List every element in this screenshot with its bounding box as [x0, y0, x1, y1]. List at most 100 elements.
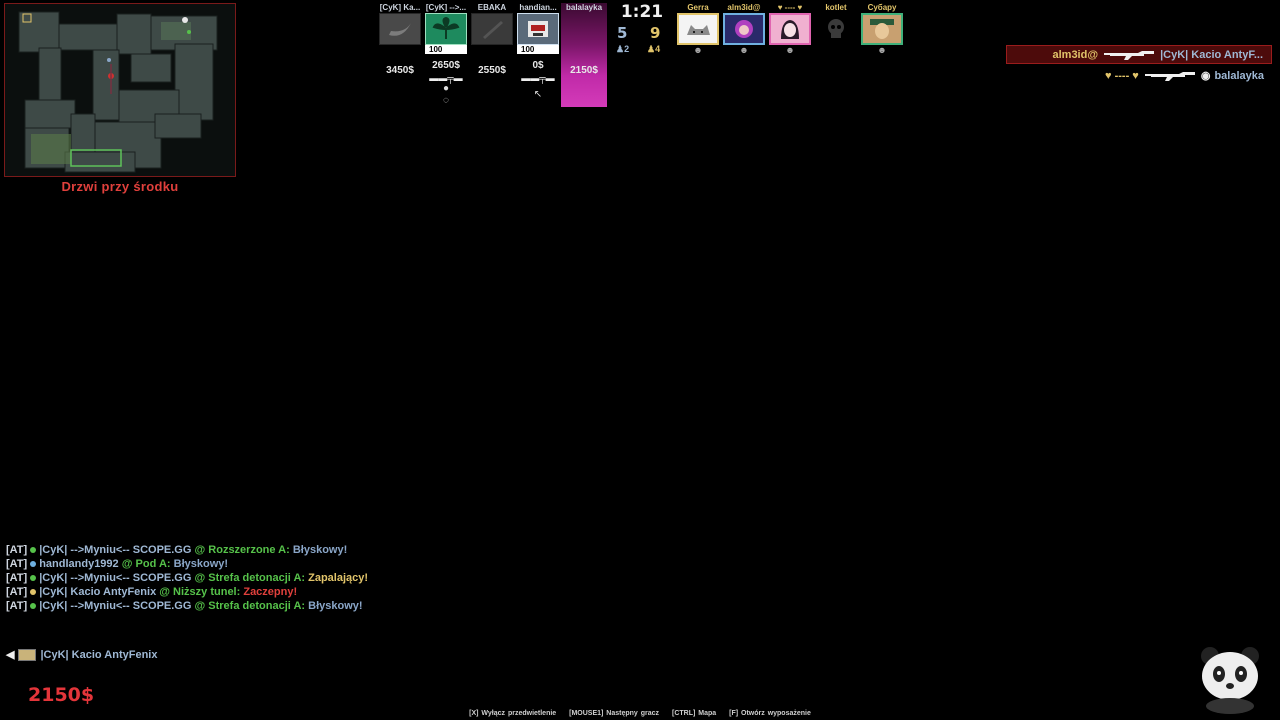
- rifle-icon: ▬▬╤▬: [521, 73, 555, 83]
- team-tag: [AT]: [6, 558, 28, 570]
- kill-attacker: alm3id@: [1052, 48, 1099, 61]
- kill-victim: |CyK| Kacio AntyF...: [1160, 48, 1263, 61]
- defuse-kit-icon: ◌: [443, 95, 449, 106]
- player-name: EBAKA: [477, 3, 507, 12]
- chat-log: [AT] |CyK| -->Myniu<-- SCOPE.GG @ Rozszer…: [6, 544, 436, 614]
- rifle-icon: ▬▬╤▬: [429, 73, 463, 83]
- voice-avatar: [18, 648, 37, 661]
- t-player[interactable]: ♥ ---- ♥ ☻: [768, 3, 812, 55]
- anime-avatar-icon: [769, 13, 811, 45]
- t-player[interactable]: Субару ☻: [860, 3, 904, 55]
- player-color-dot: [30, 574, 37, 581]
- chat-sender: |CyK| -->Myniu<-- SCOPE.GG: [39, 572, 192, 584]
- rifle-icon: [1144, 71, 1195, 81]
- location-pin-icon: @: [194, 572, 206, 584]
- killfeed-entry: ♥ ---- ♥ ◉ balalayka: [1006, 66, 1272, 85]
- team-tag: [AT]: [6, 600, 28, 612]
- chat-sender: |CyK| -->Myniu<-- SCOPE.GG: [39, 544, 192, 556]
- ct-player[interactable]: [CyK] -->... 100 2650$ ▬▬╤▬ ● ◌: [424, 3, 468, 107]
- t-player[interactable]: kotlet: [814, 3, 858, 55]
- hint-xray: [X] Wyłącz przedwietlenie: [469, 710, 557, 717]
- dead-skull-icon: ☻: [877, 45, 887, 55]
- ct-player[interactable]: [CyK] Ka... 3450$: [378, 3, 422, 107]
- t-player[interactable]: alm3id@ ☻: [722, 3, 766, 55]
- chat-message: [AT] |CyK| -->Myniu<-- SCOPE.GG @ Strefa …: [6, 600, 436, 612]
- player-name: Субару: [867, 3, 897, 12]
- chat-text: Błyskowy!: [173, 558, 229, 570]
- skull-avatar-icon: [815, 13, 857, 45]
- t-player[interactable]: Gerra ☻: [676, 3, 720, 55]
- player-name: ♥ ---- ♥: [777, 3, 803, 12]
- t-score: 9: [650, 24, 661, 42]
- face-avatar-icon: [861, 13, 903, 45]
- chat-sender: |CyK| -->Myniu<-- SCOPE.GG: [39, 600, 192, 612]
- chat-text: Zaczepny!: [243, 586, 298, 598]
- ct-team-bar: [CyK] Ka... 3450$ [CyK] -->... 100 2650$…: [378, 3, 606, 107]
- radar-minimap: [4, 3, 236, 177]
- grenade-icon: ●: [442, 83, 450, 94]
- chat-sender: handlandy1992: [39, 558, 119, 570]
- chat-sender: |CyK| Kacio AntyFenix: [39, 586, 157, 598]
- player-name: handian...: [519, 3, 557, 12]
- radar-map: [5, 4, 235, 176]
- location-pin-icon: @: [194, 600, 206, 612]
- girl-avatar-icon: [723, 13, 765, 45]
- round-timer: 1:21: [620, 2, 664, 22]
- player-color-dot: [30, 588, 37, 595]
- t-alive-count: ♟4: [647, 44, 661, 54]
- banana-avatar-icon: [379, 13, 421, 45]
- player-money: 3450$: [386, 65, 414, 76]
- hint-map: [CTRL] Mapa: [672, 710, 717, 717]
- chat-location: Rozszerzone A:: [208, 544, 290, 556]
- dead-skull-icon: ☻: [693, 45, 703, 55]
- chat-location: Strefa detonacji A:: [208, 572, 306, 584]
- dead-skull-icon: ☻: [739, 45, 749, 55]
- dead-skull-icon: ☻: [785, 45, 795, 55]
- voice-indicator: ◀ |CyK| Kacio AntyFenix: [6, 648, 157, 661]
- empty-avatar-icon: [563, 13, 605, 45]
- hint-inventory: [F] Otwórz wyposażenie: [729, 710, 811, 717]
- chat-text: Błyskowy!: [292, 544, 348, 556]
- ct-score: 5: [617, 24, 628, 42]
- team-tag: [AT]: [6, 586, 28, 598]
- player-color-dot: [30, 560, 37, 567]
- player-health: 100: [425, 45, 467, 54]
- plant-avatar-icon: [425, 13, 467, 45]
- kill-attacker: ♥ ---- ♥: [1105, 69, 1139, 82]
- team-tag: [AT]: [6, 544, 28, 556]
- chat-text: Zapalający!: [308, 572, 369, 584]
- player-name: balalayka: [565, 3, 603, 12]
- knife-avatar-icon: [471, 13, 513, 45]
- spectator-hints: [X] Wyłącz przedwietlenie [MOUSE1] Nastę…: [0, 710, 1280, 717]
- killfeed-entry: alm3id@ |CyK| Kacio AntyF...: [1006, 45, 1272, 64]
- ct-alive-count: ♟2: [616, 44, 630, 54]
- chat-message: [AT] |CyK| -->Myniu<-- SCOPE.GG @ Rozszer…: [6, 544, 436, 556]
- chat-location: Pod A:: [135, 558, 171, 570]
- player-name: kotlet: [825, 3, 847, 12]
- location-pin-icon: @: [194, 544, 206, 556]
- t-team-bar: Gerra ☻ alm3id@ ☻ ♥ ---- ♥ ☻ kotlet Суба…: [676, 3, 904, 55]
- chat-message: [AT] |CyK| -->Myniu<-- SCOPE.GG @ Strefa …: [6, 572, 436, 584]
- ct-player[interactable]: handian... 100 0$ ▬▬╤▬ ↖: [516, 3, 560, 107]
- hint-next-player: [MOUSE1] Następny gracz: [569, 710, 660, 717]
- cat-avatar-icon: [677, 13, 719, 45]
- player-money: 2650$: [432, 60, 460, 71]
- player-money: 0$: [532, 60, 544, 71]
- kill-victim: balalayka: [1214, 69, 1264, 82]
- ct-player[interactable]: EBAKA 2550$: [470, 3, 514, 107]
- player-money: 2150$: [570, 65, 598, 76]
- chat-location: Strefa detonacji A:: [208, 600, 306, 612]
- chat-location: Niższy tunel:: [173, 586, 241, 598]
- chat-message: [AT] handlandy1992 @ Pod A: Błyskowy!: [6, 558, 436, 570]
- chat-message: [AT] |CyK| Kacio AntyFenix @ Niższy tunel…: [6, 586, 436, 598]
- killfeed: alm3id@ |CyK| Kacio AntyF... ♥ ---- ♥ ◉ …: [1006, 45, 1272, 87]
- voice-speaker-name: |CyK| Kacio AntyFenix: [40, 648, 158, 661]
- ct-player[interactable]: balalayka 2150$: [562, 3, 606, 107]
- panda-logo-icon: [1201, 647, 1259, 714]
- team-tag: [AT]: [6, 572, 28, 584]
- player-name: [CyK] Ka...: [379, 3, 421, 12]
- player-color-dot: [30, 546, 37, 553]
- robot-avatar-icon: [517, 13, 559, 45]
- headshot-icon: ◉: [1200, 70, 1211, 82]
- speaker-icon: ◀: [6, 649, 15, 661]
